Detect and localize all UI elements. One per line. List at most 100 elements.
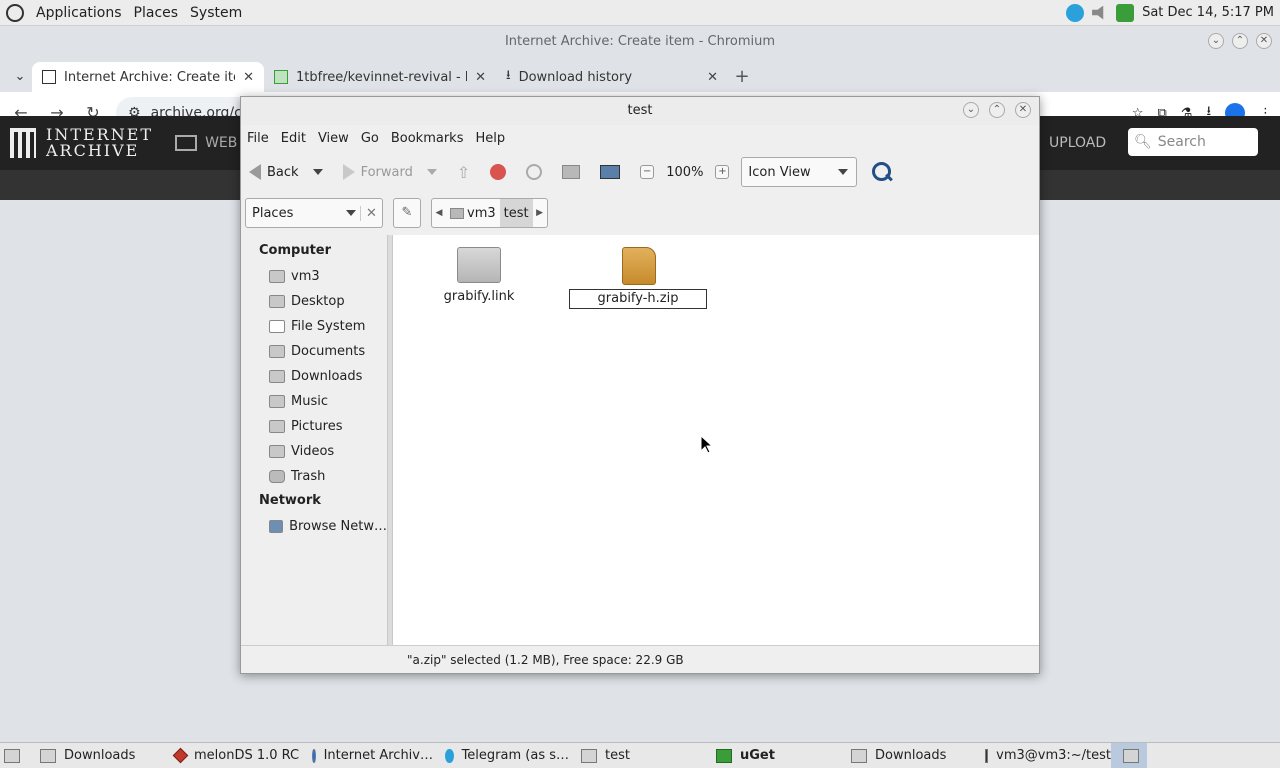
maximize-icon[interactable]: ⌃ [989, 102, 1005, 118]
folder-icon [269, 420, 285, 433]
workspace-icon [1123, 748, 1139, 763]
telegram-tray-icon[interactable] [1066, 3, 1085, 22]
terminal-icon [985, 748, 989, 763]
sidebar-item-desktop[interactable]: Desktop [241, 289, 387, 314]
tab-github[interactable]: 1tbfree/kevinnet-revival - ke ✕ [264, 62, 496, 92]
folder-icon [40, 748, 56, 763]
sidebar-item-music[interactable]: Music [241, 389, 387, 414]
menu-help[interactable]: Help [475, 131, 505, 146]
sidebar-item-browse-network[interactable]: Browse Netw… [241, 514, 387, 539]
zoom-in-icon[interactable]: + [715, 165, 730, 179]
menu-applications[interactable]: Applications [36, 5, 122, 21]
tab-close-icon[interactable]: ✕ [707, 70, 718, 85]
workspace-1[interactable] [1111, 742, 1147, 768]
task-terminal[interactable]: vm3@vm3:~/test [973, 743, 1111, 768]
task-downloads-2[interactable]: Downloads [839, 743, 973, 768]
zoom-out-icon[interactable]: − [640, 165, 655, 179]
tab-internet-archive[interactable]: Internet Archive: Create item ✕ [32, 62, 264, 92]
minimize-icon[interactable]: ⌄ [963, 102, 979, 118]
file-item-grabify-link[interactable]: grabify.link [429, 247, 529, 304]
view-mode-select[interactable]: Icon View [741, 157, 858, 187]
volume-icon[interactable] [1092, 5, 1104, 20]
folder-icon [581, 748, 597, 763]
task-uget[interactable]: uGet [704, 743, 839, 768]
archive-logo-icon[interactable] [10, 128, 36, 158]
menu-go[interactable]: Go [361, 131, 379, 146]
close-sidebar-icon[interactable]: ✕ [360, 205, 382, 221]
sidebar-item-videos[interactable]: Videos [241, 439, 387, 464]
icon-view[interactable]: grabify.link grabify-h.zip [393, 235, 1039, 645]
back-button[interactable]: Back [249, 164, 299, 180]
minimize-icon[interactable]: ⌄ [1208, 33, 1224, 49]
zoom-level[interactable]: 100% [666, 165, 703, 180]
top-panel: Applications Places System Sat Dec 14, 5… [0, 0, 1280, 26]
sidebar-item-trash[interactable]: Trash [241, 464, 387, 489]
reload-icon[interactable] [526, 164, 543, 180]
show-desktop-button[interactable] [0, 743, 28, 768]
maximize-icon[interactable]: ⌃ [1232, 33, 1248, 49]
task-downloads[interactable]: Downloads [28, 743, 163, 768]
up-arrow-icon[interactable]: ⇧ [457, 163, 470, 182]
chromium-icon [312, 748, 316, 763]
sidebar-item-pictures[interactable]: Pictures [241, 414, 387, 439]
task-test[interactable]: test [569, 743, 704, 768]
sidebar-item-file-system[interactable]: File System [241, 314, 387, 339]
mate-logo-icon[interactable] [6, 3, 24, 22]
task-chromium[interactable]: Internet Archiv… [300, 743, 433, 768]
sidebar-places-select[interactable]: Places ✕ [245, 198, 383, 228]
chromium-titlebar: Internet Archive: Create item - Chromium… [0, 26, 1280, 58]
folder-icon [269, 295, 285, 308]
menu-system[interactable]: System [190, 5, 242, 21]
rename-input[interactable]: grabify-h.zip [569, 289, 707, 309]
path-crumb-vm3[interactable]: vm3 [446, 199, 500, 227]
stop-icon[interactable] [490, 164, 507, 180]
tab-label: 1tbfree/kevinnet-revival - ke [296, 69, 468, 85]
menu-view[interactable]: View [318, 131, 349, 146]
task-label: Downloads [875, 748, 947, 763]
task-label: Telegram (as s… [461, 748, 569, 763]
sidebar-item-label: Desktop [291, 294, 345, 309]
computer-icon[interactable] [600, 165, 621, 179]
home-folder-icon[interactable] [562, 165, 581, 179]
archive-search-input[interactable]: 🔍︎ Search [1128, 128, 1258, 156]
menu-places[interactable]: Places [134, 5, 179, 21]
sidebar-item-label: Downloads [291, 369, 363, 384]
sidebar-item-downloads[interactable]: Downloads [241, 364, 387, 389]
sidebar-item-documents[interactable]: Documents [241, 339, 387, 364]
tab-search-icon[interactable]: ⌄ [8, 62, 32, 92]
menu-edit[interactable]: Edit [281, 131, 306, 146]
tab-label: Download history [518, 69, 633, 85]
folder-icon [457, 247, 501, 283]
back-history-dropdown-icon[interactable] [312, 169, 323, 175]
sidebar-item-label: Documents [291, 344, 366, 359]
task-telegram[interactable]: Telegram (as s… [433, 743, 569, 768]
uget-tray-icon[interactable] [1116, 3, 1135, 22]
nav-web[interactable]: WEB [175, 135, 237, 151]
forward-button[interactable]: Forward [342, 164, 413, 180]
sidebar-item-vm3[interactable]: vm3 [241, 264, 387, 289]
path-right-arrow-icon[interactable]: ▶ [533, 208, 547, 218]
folder-icon [269, 370, 285, 383]
archive-logo[interactable]: INTERNET ARCHIVE [46, 127, 153, 159]
tab-strip: ⌄ Internet Archive: Create item ✕ 1tbfre… [0, 58, 1280, 92]
home-icon [450, 207, 464, 219]
close-icon[interactable]: ✕ [1256, 33, 1272, 49]
sidebar-item-label: Trash [291, 469, 326, 484]
edit-location-icon[interactable]: ✎ [393, 198, 421, 228]
task-melonds[interactable]: melonDS 1.0 RC [163, 743, 300, 768]
upload-link[interactable]: UPLOAD [1049, 135, 1106, 151]
forward-history-dropdown-icon[interactable] [426, 169, 437, 175]
menu-file[interactable]: File [247, 131, 269, 146]
clock[interactable]: Sat Dec 14, 5:17 PM [1142, 5, 1274, 20]
tab-close-icon[interactable]: ✕ [243, 70, 254, 85]
file-item-grabify-zip[interactable]: grabify-h.zip [569, 247, 709, 309]
new-tab-button[interactable]: + [728, 62, 756, 92]
path-crumb-test[interactable]: test [499, 199, 533, 227]
close-icon[interactable]: ✕ [1015, 102, 1031, 118]
menu-bookmarks[interactable]: Bookmarks [391, 131, 464, 146]
tab-close-icon[interactable]: ✕ [475, 70, 486, 85]
web-icon [175, 135, 198, 151]
path-left-arrow-icon[interactable]: ◀ [432, 208, 446, 218]
search-icon[interactable] [871, 161, 893, 183]
tab-download-history[interactable]: ⭳ Download history ✕ [496, 62, 728, 92]
